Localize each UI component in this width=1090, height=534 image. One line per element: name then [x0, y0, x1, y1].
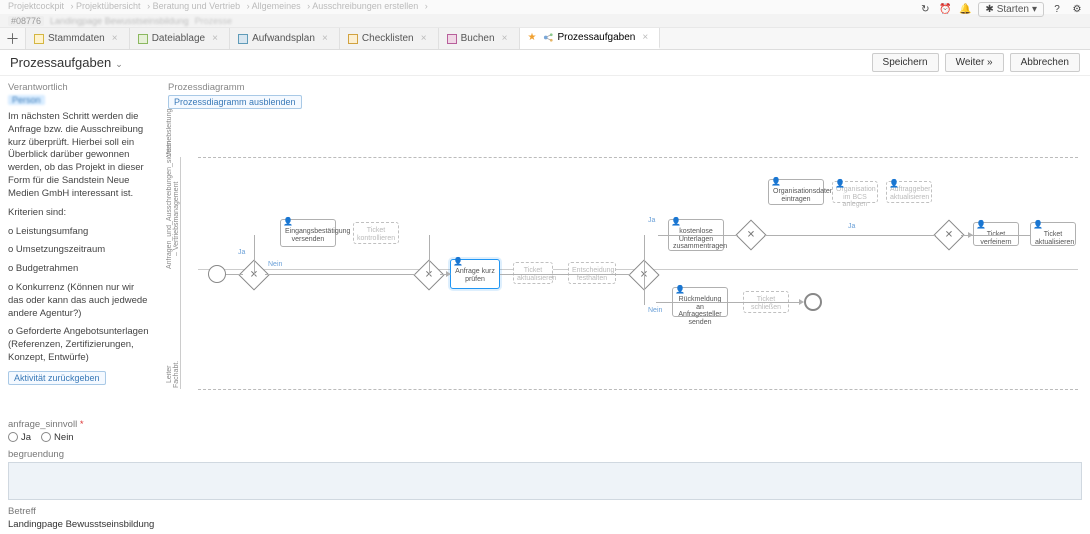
begruendung-label: begruendung	[8, 449, 1082, 460]
task-ticket-aktualisieren-2[interactable]: 👤 Ticket aktualisieren	[1030, 222, 1076, 246]
bpmn-canvas[interactable]: Vertriebsleitung Anfragen_und_Ausschreib…	[168, 109, 1082, 409]
task-ticket-verfeinern[interactable]: 👤 Ticket verfeinern	[973, 222, 1019, 246]
user-icon: 👤	[453, 258, 463, 267]
end-event[interactable]	[804, 293, 822, 311]
sidebar: Verantwortlich Person Im nächsten Schrit…	[0, 76, 160, 415]
record-suffix: Prozesse	[195, 16, 233, 26]
record-id: #08776	[8, 16, 44, 26]
refresh-icon[interactable]: ↻	[918, 3, 932, 17]
close-icon[interactable]: ×	[109, 33, 121, 44]
tabstrip: ＋ Stammdaten × Dateiablage × Aufwandspla…	[0, 28, 1090, 50]
user-icon: 👤	[835, 180, 845, 189]
user-icon: 👤	[1033, 221, 1043, 230]
user-icon: 👤	[889, 180, 899, 189]
start-event[interactable]	[208, 265, 226, 283]
begruendung-input[interactable]	[8, 462, 1082, 500]
tab-aufwandsplan[interactable]: Aufwandsplan ×	[230, 28, 340, 49]
record-title: Landingpage Bewusstseinsbildung	[50, 16, 189, 26]
toggle-diagram-link[interactable]: Prozessdiagramm ausblenden	[168, 95, 302, 109]
task-organisation-bcs[interactable]: 👤 Organisation im BCS anlegen	[832, 181, 878, 203]
task-organisationsdaten[interactable]: 👤 Organisationsdaten eintragen	[768, 179, 824, 205]
diagram-panel: Prozessdiagramm Prozessdiagramm ausblend…	[160, 76, 1090, 415]
star-icon: ★	[528, 32, 537, 43]
task-description: Im nächsten Schritt werden die Anfrage b…	[8, 111, 152, 201]
close-icon[interactable]: ×	[319, 33, 331, 44]
bell-icon[interactable]: 🔔	[958, 3, 972, 17]
edge-label: Nein	[648, 307, 662, 314]
help-icon[interactable]: ?	[1050, 3, 1064, 17]
betreff-value: Landingpage Bewusstseinsbildung	[8, 519, 1082, 530]
criteria-head: Kriterien sind:	[8, 207, 152, 220]
tab-dateiablage[interactable]: Dateiablage ×	[130, 28, 230, 49]
close-icon[interactable]: ×	[209, 33, 221, 44]
tab-icon	[348, 34, 358, 44]
task-ticket-kontrollieren[interactable]: Ticket kontrollieren	[353, 222, 399, 244]
activity-back-link[interactable]: Aktivität zurückgeben	[8, 371, 106, 385]
edge-label: Nein	[268, 261, 282, 268]
next-button[interactable]: Weiter »	[945, 53, 1004, 72]
anfrage-sinnvoll-label: anfrage_sinnvoll *	[8, 419, 84, 430]
user-icon: 👤	[976, 221, 986, 230]
gateway[interactable]	[933, 219, 964, 250]
chevron-down-icon: ⌄	[115, 59, 123, 69]
starten-dropdown[interactable]: ✱ Starten ▾	[978, 2, 1044, 17]
user-icon: 👤	[771, 178, 781, 187]
cancel-button[interactable]: Abbrechen	[1010, 53, 1080, 72]
betreff-label: Betreff	[8, 506, 1082, 517]
tab-icon	[238, 34, 248, 44]
responsible-label: Verantwortlich	[8, 82, 152, 93]
task-entscheidung-festhalten[interactable]: Entscheidung festhalten	[568, 262, 616, 284]
close-icon[interactable]: ×	[499, 33, 511, 44]
close-icon[interactable]: ×	[418, 33, 430, 44]
save-button[interactable]: Speichern	[872, 53, 939, 72]
clock-icon[interactable]: ⏰	[938, 3, 952, 17]
page-header: Prozessaufgaben⌄ Speichern Weiter » Abbr…	[0, 50, 1090, 76]
gateway[interactable]	[735, 219, 766, 250]
user-icon: 👤	[675, 286, 685, 295]
radio-nein[interactable]: Nein	[41, 432, 74, 443]
task-eingangsbestaetigung[interactable]: 👤 Eingangsbestätigung versenden	[280, 219, 336, 247]
task-ticket-aktualisieren[interactable]: Ticket aktualisieren	[513, 262, 553, 284]
tab-stammdaten[interactable]: Stammdaten ×	[26, 28, 130, 49]
edge-label: Ja	[848, 223, 855, 230]
tab-buchen[interactable]: Buchen ×	[439, 28, 520, 49]
top-toolbar: ↻ ⏰ 🔔 ✱ Starten ▾ ? ⚙	[918, 2, 1084, 17]
edge-label: Ja	[238, 249, 245, 256]
responsible-person[interactable]: Person	[8, 95, 45, 105]
close-icon[interactable]: ×	[639, 32, 651, 43]
diagram-title: Prozessdiagramm	[168, 82, 1082, 93]
process-icon	[543, 32, 554, 43]
form-area: anfrage_sinnvoll * Ja Nein begruendung B…	[0, 415, 1090, 534]
edge-label: Ja	[648, 217, 655, 224]
tab-checklisten[interactable]: Checklisten ×	[340, 28, 439, 49]
task-auftraggeber-aktualisieren[interactable]: 👤 Auftraggeber aktualisieren	[886, 181, 932, 203]
user-icon: 👤	[671, 218, 681, 227]
tab-icon	[447, 34, 457, 44]
gear-icon[interactable]: ⚙	[1070, 3, 1084, 17]
lane-label: Anfragen_und_Ausschreibungen_sichten – V…	[166, 169, 180, 269]
tab-prozessaufgaben[interactable]: ★ Prozessaufgaben ×	[520, 28, 661, 49]
add-tab-button[interactable]: ＋	[0, 28, 26, 49]
page-title[interactable]: Prozessaufgaben⌄	[10, 55, 123, 70]
tab-icon	[34, 34, 44, 44]
tab-icon	[138, 34, 148, 44]
lane-label: Leiter Fachabt.	[166, 359, 180, 389]
user-icon: 👤	[283, 218, 293, 227]
task-anfrage-kurz-pruefen[interactable]: 👤 Anfrage kurz prüfen	[450, 259, 500, 289]
radio-ja[interactable]: Ja	[8, 432, 31, 443]
